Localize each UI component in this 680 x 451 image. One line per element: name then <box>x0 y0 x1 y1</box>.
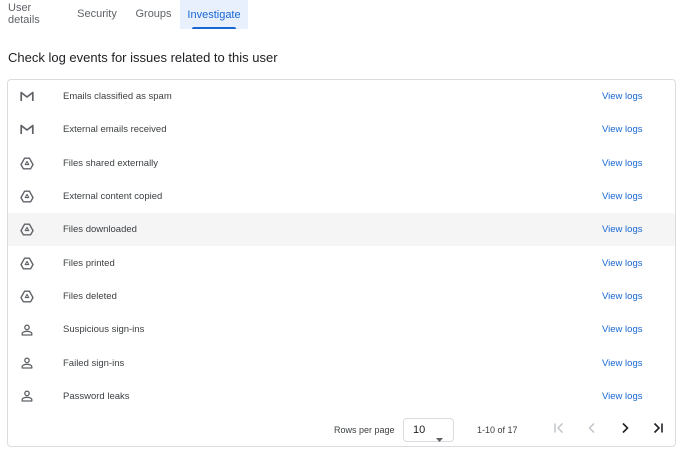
view-logs-link[interactable]: View logs <box>602 358 643 369</box>
gmail-icon <box>19 122 35 138</box>
person-icon <box>19 388 35 404</box>
event-label: External emails received <box>63 124 167 136</box>
view-logs-link[interactable]: View logs <box>602 91 643 102</box>
view-logs-link[interactable]: View logs <box>602 258 643 269</box>
last-page-button[interactable] <box>648 420 668 440</box>
event-label: Failed sign-ins <box>63 357 125 369</box>
event-label: Suspicious sign-ins <box>63 324 145 336</box>
rows-per-page-label: Rows per page <box>334 425 395 435</box>
first-page-button[interactable] <box>549 420 569 440</box>
person-icon <box>19 322 35 338</box>
drive-icon <box>19 288 35 304</box>
list-item: Suspicious sign-ins View logs <box>8 313 675 346</box>
view-logs-link[interactable]: View logs <box>602 124 643 135</box>
previous-page-button[interactable] <box>582 420 602 440</box>
tab-groups[interactable]: Groups <box>131 0 176 27</box>
view-logs-link[interactable]: View logs <box>602 324 643 335</box>
gmail-icon <box>19 89 35 105</box>
pagination-footer: Rows per page 10 1-10 of 17 <box>8 413 675 446</box>
tab-user-details[interactable]: User details <box>0 0 60 27</box>
event-label: Emails classified as spam <box>63 91 172 103</box>
list-item: Files printed View logs <box>8 246 675 279</box>
list-item: External emails received View logs <box>8 113 675 146</box>
last-page-icon <box>652 421 664 439</box>
tab-bar: User details Security Groups Investigate <box>0 0 680 29</box>
section-heading: Check log events for issues related to t… <box>8 50 278 65</box>
view-logs-link[interactable]: View logs <box>602 291 643 302</box>
list-item: Files deleted View logs <box>8 280 675 313</box>
view-logs-link[interactable]: View logs <box>602 391 643 402</box>
drive-icon <box>19 255 35 271</box>
drive-icon <box>19 155 35 171</box>
list-item: External content copied View logs <box>8 180 675 213</box>
rows-per-page-value: 10 <box>413 424 426 436</box>
event-label: Files deleted <box>63 290 117 302</box>
event-label: Files printed <box>63 257 115 269</box>
event-label: Files shared externally <box>63 157 159 169</box>
list-item: Files shared externally View logs <box>8 147 675 180</box>
list-item: Emails classified as spam View logs <box>8 80 675 113</box>
list-item: Password leaks View logs <box>8 380 675 413</box>
next-page-button[interactable] <box>615 420 635 440</box>
rows-per-page-select[interactable]: 10 <box>403 418 454 442</box>
event-label: Password leaks <box>63 390 130 402</box>
first-page-icon <box>553 421 565 439</box>
event-label: External content copied <box>63 191 163 203</box>
person-icon <box>19 355 35 371</box>
tab-investigate[interactable]: Investigate <box>180 0 248 29</box>
tab-security[interactable]: Security <box>67 0 127 27</box>
list-item: Failed sign-ins View logs <box>8 346 675 379</box>
log-events-card: Emails classified as spam View logs Exte… <box>7 79 676 447</box>
event-label: Files downloaded <box>63 224 137 236</box>
list-item: Files downloaded View logs <box>8 213 675 247</box>
log-events-list: Emails classified as spam View logs Exte… <box>8 80 675 413</box>
view-logs-link[interactable]: View logs <box>602 158 643 169</box>
chevron-right-icon <box>619 421 631 439</box>
pagination-range: 1-10 of 17 <box>477 425 518 435</box>
drive-icon <box>19 189 35 205</box>
view-logs-link[interactable]: View logs <box>602 224 643 235</box>
drive-icon <box>19 222 35 238</box>
view-logs-link[interactable]: View logs <box>602 191 643 202</box>
chevron-left-icon <box>586 421 598 439</box>
caret-down-icon <box>436 429 443 446</box>
